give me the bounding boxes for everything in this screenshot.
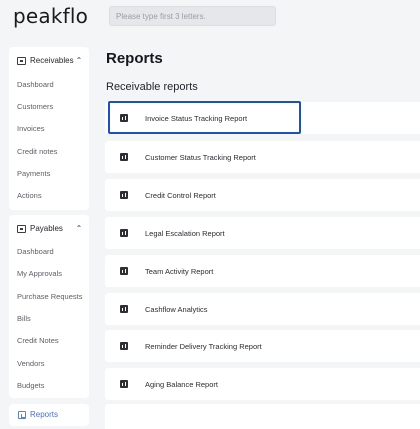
report-card-legal-escalation[interactable]: Legal Escalation Report: [105, 217, 420, 249]
chevron-up-icon[interactable]: ⌃: [75, 224, 83, 234]
bar-chart-icon: [120, 153, 128, 161]
page-title: Reports: [106, 50, 163, 67]
report-card-partial: [105, 404, 420, 429]
section-title: Receivable reports: [106, 81, 198, 93]
bar-chart-icon: [120, 267, 128, 275]
report-label: Aging Balance Report: [145, 380, 218, 389]
sidebar-item-actions[interactable]: Actions: [17, 191, 42, 200]
report-card-credit-control[interactable]: Credit Control Report: [105, 179, 420, 211]
sidebar-item-my-approvals[interactable]: My Approvals: [17, 269, 62, 278]
receivables-header[interactable]: Receivables ⌃: [9, 54, 89, 70]
report-card-invoice-status[interactable]: Invoice Status Tracking Report: [105, 101, 420, 134]
app-logo[interactable]: peakflo: [13, 4, 88, 28]
payables-header[interactable]: Payables ⌃: [9, 222, 89, 238]
report-label: Credit Control Report: [145, 191, 216, 200]
payables-icon: [17, 225, 26, 233]
payables-panel: Payables ⌃ Dashboard My Approvals Purcha…: [9, 215, 89, 398]
report-label: Legal Escalation Report: [145, 229, 225, 238]
report-card-team-activity[interactable]: Team Activity Report: [105, 255, 420, 287]
report-label: Reminder Delivery Tracking Report: [145, 342, 262, 351]
sidebar-item-purchase-requests[interactable]: Purchase Requests: [17, 292, 82, 301]
chevron-up-icon[interactable]: ⌃: [75, 56, 83, 66]
sidebar-item-payables-credit-notes[interactable]: Credit Notes: [17, 336, 59, 345]
sidebar-item-dashboard[interactable]: Dashboard: [17, 80, 54, 89]
payables-label: Payables: [30, 224, 63, 233]
bar-chart-icon: [120, 114, 128, 122]
report-card-aging-balance[interactable]: Aging Balance Report: [105, 368, 420, 400]
receivables-panel: Receivables ⌃ Dashboard Customers Invoic…: [9, 47, 89, 210]
report-label: Cashflow Analytics: [145, 305, 208, 314]
sidebar-item-invoices[interactable]: Invoices: [17, 124, 45, 133]
bar-chart-icon: [120, 305, 128, 313]
sidebar-item-customers[interactable]: Customers: [17, 102, 53, 111]
bar-chart-icon: [120, 380, 128, 388]
sidebar-item-payments[interactable]: Payments: [17, 169, 50, 178]
bar-chart-icon: [120, 229, 128, 237]
sidebar-item-reports-label: Reports: [30, 410, 59, 419]
search-input[interactable]: [109, 6, 276, 26]
receivables-icon: [17, 57, 26, 65]
chart-icon: [18, 411, 26, 419]
report-label: Team Activity Report: [145, 267, 214, 276]
sidebar-item-credit-notes[interactable]: Credit notes: [17, 147, 57, 156]
sidebar-item-budgets[interactable]: Budgets: [17, 381, 45, 390]
sidebar-item-payables-dashboard[interactable]: Dashboard: [17, 247, 54, 256]
report-label: Invoice Status Tracking Report: [145, 114, 248, 123]
report-card-reminder-delivery[interactable]: Reminder Delivery Tracking Report: [105, 330, 420, 362]
top-bar: peakflo: [0, 0, 420, 34]
report-card-customer-status[interactable]: Customer Status Tracking Report: [105, 141, 420, 173]
receivables-label: Receivables: [30, 56, 74, 65]
sidebar-item-vendors[interactable]: Vendors: [17, 359, 45, 368]
sidebar-item-bills[interactable]: Bills: [17, 314, 31, 323]
bar-chart-icon: [120, 191, 128, 199]
bar-chart-icon: [120, 342, 128, 350]
report-card-cashflow-analytics[interactable]: Cashflow Analytics: [105, 293, 420, 325]
report-label: Customer Status Tracking Report: [145, 153, 256, 162]
sidebar-item-reports[interactable]: Reports: [9, 404, 89, 426]
